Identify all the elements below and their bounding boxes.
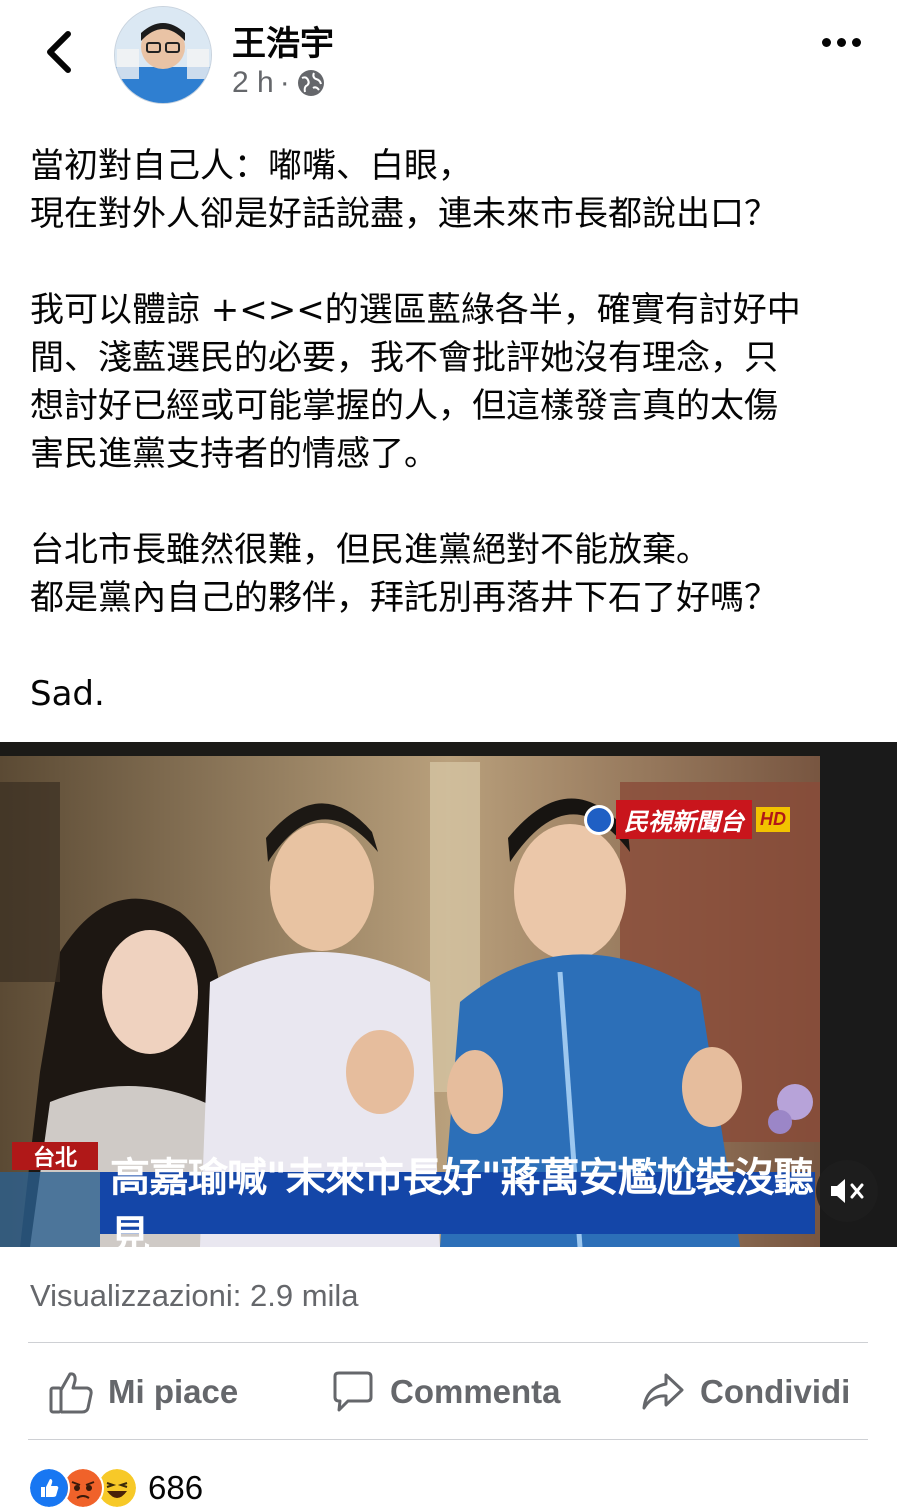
post-line: 想討好已經或可能掌握的人，但這樣發言真的太傷: [30, 386, 778, 426]
avatar[interactable]: [114, 6, 212, 104]
location-tag: 台北: [12, 1142, 98, 1171]
view-count: Visualizzazioni: 2.9 mila: [30, 1278, 359, 1313]
news-headline: 高嘉瑜喊"未來市長好"蔣萬安尷尬裝沒聽見: [100, 1155, 815, 1259]
post-time[interactable]: 2 h: [232, 66, 274, 100]
divider: [28, 1342, 868, 1343]
share-button[interactable]: Condividi: [640, 1352, 850, 1432]
share-arrow-icon: [642, 1373, 684, 1410]
comment-icon: [333, 1371, 373, 1412]
post-line: 都是黨內自己的夥伴，拜託別再落井下石了好嗎？: [30, 578, 778, 618]
station-logo-icon: [584, 804, 614, 835]
post-meta: 2 h ·: [232, 66, 326, 100]
post-body: 當初對自己人：嘟嘴、白眼， 現在對外人卻是好話說盡，連未來市長都說出口？ 我可以…: [30, 142, 870, 718]
like-label: Mi piace: [108, 1373, 239, 1410]
post-line: 我可以體諒 +<><的選區藍綠各半，確實有討好中: [30, 290, 801, 330]
thumbs-up-icon: [49, 1372, 93, 1414]
like-button[interactable]: Mi piace: [48, 1352, 238, 1432]
meta-separator: ·: [279, 66, 290, 99]
reactions-summary[interactable]: 686: [28, 1467, 204, 1509]
post-line: 害民進黨支持者的情感了。: [30, 434, 438, 474]
hd-badge: HD: [756, 807, 790, 832]
post-line: 台北市長雖然很難，但民進黨絕對不能放棄。: [30, 530, 710, 570]
speaker-muted-icon[interactable]: [816, 1160, 878, 1222]
post-line: 當初對自己人：嘟嘴、白眼，: [30, 146, 472, 186]
action-bar: Mi piace Commenta Condividi: [28, 1352, 868, 1432]
station-logo: 民視新聞台 HD: [584, 800, 790, 839]
reaction-count: 686: [148, 1469, 204, 1506]
post-header: 王浩宇 2 h ·: [0, 0, 897, 118]
divider: [28, 1439, 868, 1440]
share-label: Condividi: [700, 1373, 851, 1410]
globe-icon: [297, 70, 324, 96]
comment-button[interactable]: Commenta: [330, 1352, 561, 1432]
station-name: 民視新聞台: [616, 800, 752, 839]
like-reaction-icon: [28, 1467, 70, 1509]
post-line: Sad.: [30, 674, 105, 714]
comment-label: Commenta: [390, 1373, 561, 1410]
more-horizontal-icon[interactable]: [822, 38, 861, 47]
chevron-left-icon[interactable]: [38, 28, 78, 76]
post-line: 間、淺藍選民的必要，我不會批評她沒有理念，只: [30, 338, 778, 378]
author-name[interactable]: 王浩宇: [232, 16, 334, 65]
post-line: 現在對外人卻是好話說盡，連未來市長都說出口？: [30, 194, 778, 234]
